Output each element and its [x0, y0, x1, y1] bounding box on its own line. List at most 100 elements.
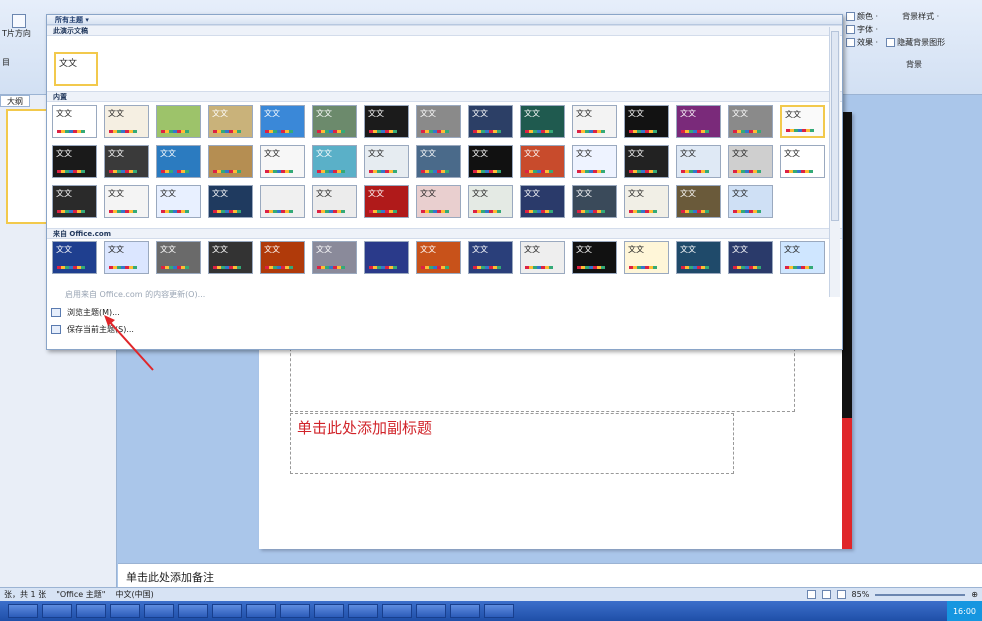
taskbar-button[interactable] [314, 604, 344, 618]
theme-tile[interactable]: 文文 [104, 241, 149, 274]
theme-tile[interactable]: 文文 [260, 241, 305, 274]
taskbar-button[interactable] [246, 604, 276, 618]
zoom-slider[interactable] [875, 593, 966, 596]
theme-tile[interactable]: 文文 [624, 241, 669, 274]
zoom-in-icon[interactable]: ⊕ [971, 590, 978, 599]
theme-tile[interactable]: 文文 [364, 145, 409, 178]
hide-background-checkbox[interactable]: 隐藏背景图形 [886, 37, 945, 48]
theme-tile[interactable]: 文文 [728, 241, 773, 274]
theme-tile[interactable]: 文文 [156, 241, 201, 274]
theme-tile[interactable]: 文文 [624, 185, 669, 218]
theme-tile[interactable]: 文文 [780, 241, 825, 274]
theme-tile[interactable]: 文文 [520, 185, 565, 218]
theme-tile[interactable]: 文文 [364, 105, 409, 138]
theme-tile[interactable]: 文文 [312, 105, 357, 138]
scrollbar-thumb[interactable] [831, 31, 839, 221]
taskbar-button[interactable] [382, 604, 412, 618]
notes-pane[interactable]: 单击此处添加备注 [118, 563, 982, 587]
taskbar-button[interactable] [348, 604, 378, 618]
theme-tile[interactable] [208, 145, 253, 178]
gallery-scrollbar[interactable] [829, 27, 840, 297]
theme-tile[interactable]: 文文 [312, 241, 357, 274]
theme-color-palette [109, 130, 137, 133]
theme-tile[interactable]: 文文 [572, 145, 617, 178]
theme-tile[interactable]: 文文 [624, 105, 669, 138]
theme-tile[interactable] [364, 241, 409, 274]
theme-tile[interactable]: 文文 [572, 241, 617, 274]
browse-themes-item[interactable]: 浏览主题(M)... [51, 305, 120, 319]
theme-tile[interactable] [156, 105, 201, 138]
theme-tile[interactable]: 文文 [728, 145, 773, 178]
theme-color-palette [525, 170, 553, 173]
theme-tile[interactable]: 文文 [208, 241, 253, 274]
theme-tile[interactable]: 文文 [520, 105, 565, 138]
reading-view-icon[interactable] [836, 590, 846, 599]
current-theme-tile[interactable]: 文文 [54, 52, 98, 86]
theme-tile[interactable]: 文文 [416, 105, 461, 138]
clock[interactable]: 16:00 [953, 607, 976, 616]
sorter-view-icon[interactable] [821, 590, 831, 599]
theme-tile[interactable]: 文文 [104, 105, 149, 138]
taskbar-button[interactable] [416, 604, 446, 618]
tab-outline[interactable]: 大纲 [0, 95, 30, 107]
theme-tile[interactable]: 文文 [728, 105, 773, 138]
taskbar-button[interactable] [450, 604, 480, 618]
taskbar-button[interactable] [8, 604, 38, 618]
theme-tile[interactable]: 文文 [572, 105, 617, 138]
theme-tile[interactable]: 文文 [364, 185, 409, 218]
theme-tile[interactable]: 文文 [52, 105, 97, 138]
theme-tile[interactable]: 文文 [416, 241, 461, 274]
theme-tile[interactable]: 文文 [676, 105, 721, 138]
taskbar-button[interactable] [42, 604, 72, 618]
background-styles-button[interactable]: 背景样式 · [902, 11, 939, 22]
taskbar-button[interactable] [212, 604, 242, 618]
subtitle-placeholder[interactable]: 单击此处添加副标题 [290, 413, 734, 474]
taskbar-button[interactable] [484, 604, 514, 618]
theme-tile[interactable]: 文文 [468, 241, 513, 274]
save-current-theme-item[interactable]: 保存当前主题(S)... [51, 322, 134, 336]
theme-tile[interactable] [260, 185, 305, 218]
theme-tile[interactable]: 文文 [208, 185, 253, 218]
taskbar-button[interactable] [76, 604, 106, 618]
theme-tile[interactable]: 文文 [260, 105, 305, 138]
theme-colors-button[interactable]: 颜色 · 背景样式 · [846, 10, 982, 23]
language-indicator[interactable]: 中文(中国) [115, 589, 153, 600]
theme-tile[interactable]: 文文 [676, 185, 721, 218]
theme-tile[interactable]: 文文 [520, 145, 565, 178]
theme-tile[interactable]: 文文 [520, 241, 565, 274]
theme-tile[interactable]: 文文 [468, 185, 513, 218]
normal-view-icon[interactable] [806, 590, 816, 599]
theme-tile[interactable]: 文文 [728, 185, 773, 218]
theme-tile[interactable]: 文文 [780, 105, 825, 138]
zoom-level[interactable]: 85% [852, 590, 870, 599]
taskbar-button[interactable] [110, 604, 140, 618]
theme-tile[interactable]: 文文 [416, 145, 461, 178]
theme-tile[interactable]: 文文 [312, 185, 357, 218]
theme-tile[interactable]: 文文 [104, 145, 149, 178]
taskbar-button[interactable] [144, 604, 174, 618]
theme-tile[interactable]: 文文 [416, 185, 461, 218]
taskbar-button[interactable] [280, 604, 310, 618]
theme-tile[interactable]: 文文 [52, 185, 97, 218]
theme-tile[interactable]: 文文 [624, 145, 669, 178]
theme-tile[interactable]: 文文 [208, 105, 253, 138]
theme-tile[interactable]: 文文 [156, 185, 201, 218]
theme-fonts-button[interactable]: 字体 · [846, 23, 982, 36]
theme-tile[interactable]: 文文 [468, 105, 513, 138]
slide-orientation-icon[interactable] [12, 14, 26, 28]
gallery-header[interactable]: 所有主题 ▾ [47, 15, 842, 25]
theme-tile[interactable]: 文文 [468, 145, 513, 178]
theme-tile[interactable]: 文文 [676, 145, 721, 178]
theme-tile[interactable]: 文文 [312, 145, 357, 178]
taskbar-button[interactable] [178, 604, 208, 618]
theme-tile[interactable]: 文文 [104, 185, 149, 218]
theme-tile[interactable]: 文文 [156, 145, 201, 178]
theme-tile[interactable]: 文文 [780, 145, 825, 178]
slide-orientation-label[interactable]: T片方向 [2, 28, 46, 39]
theme-tile[interactable]: 文文 [676, 241, 721, 274]
theme-tile[interactable]: 文文 [572, 185, 617, 218]
theme-tile[interactable]: 文文 [52, 241, 97, 274]
theme-effects-button[interactable]: 效果 · 隐藏背景图形 [846, 36, 982, 49]
theme-tile[interactable]: 文文 [52, 145, 97, 178]
theme-tile[interactable]: 文文 [260, 145, 305, 178]
